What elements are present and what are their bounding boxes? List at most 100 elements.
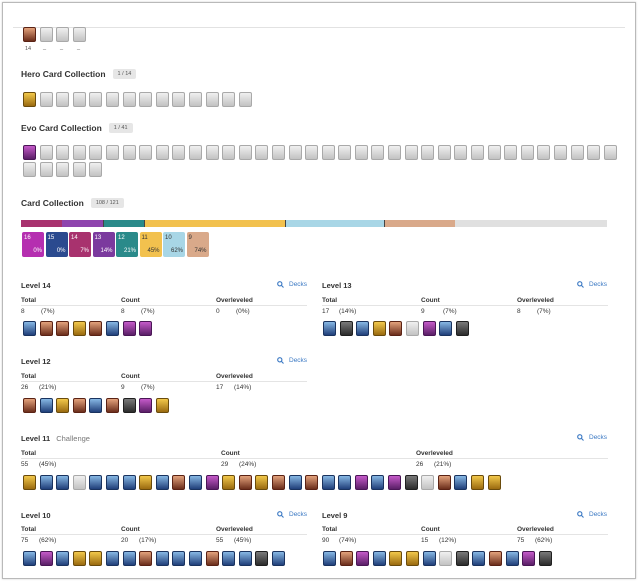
level-box[interactable]: 12 21% <box>116 232 138 257</box>
card-icon[interactable] <box>487 475 501 490</box>
level-box[interactable]: 14 7% <box>69 232 91 257</box>
card-icon[interactable] <box>39 551 53 566</box>
card-icon[interactable] <box>155 398 169 413</box>
card-icon[interactable] <box>323 321 336 336</box>
card-icon[interactable] <box>72 321 86 336</box>
card-icon[interactable] <box>39 398 53 413</box>
level-box[interactable]: 11 45% <box>139 232 162 257</box>
card-icon[interactable] <box>587 145 601 160</box>
card-icon[interactable] <box>205 145 219 160</box>
level-box[interactable]: 9 74% <box>186 232 209 257</box>
card-icon[interactable] <box>72 551 86 566</box>
card-icon[interactable] <box>421 145 435 160</box>
card-icon[interactable] <box>455 321 469 336</box>
card-icon[interactable] <box>404 145 418 160</box>
card-icon[interactable] <box>56 92 70 107</box>
card-icon[interactable] <box>271 475 285 490</box>
card-icon[interactable] <box>388 145 402 160</box>
card-icon[interactable] <box>155 92 169 107</box>
card-icon[interactable] <box>488 551 502 566</box>
card-icon[interactable] <box>122 145 136 160</box>
card-icon[interactable] <box>72 27 86 42</box>
card-icon[interactable] <box>471 475 485 490</box>
card-icon[interactable] <box>122 92 136 107</box>
card-icon[interactable] <box>155 145 169 160</box>
card-icon[interactable] <box>39 27 53 42</box>
card-icon[interactable] <box>339 551 353 566</box>
card-icon[interactable] <box>222 475 236 490</box>
card-icon[interactable] <box>222 92 236 107</box>
level-box[interactable]: 13 14% <box>92 232 115 257</box>
card-icon[interactable] <box>389 321 403 336</box>
card-icon[interactable] <box>105 475 119 490</box>
card-icon[interactable] <box>305 145 319 160</box>
card-icon[interactable] <box>188 92 202 107</box>
card-icon[interactable] <box>39 92 53 107</box>
decks-link[interactable]: Decks <box>577 511 607 518</box>
card-icon[interactable] <box>188 475 202 490</box>
card-icon[interactable] <box>23 92 36 107</box>
card-icon[interactable] <box>405 321 419 336</box>
card-icon[interactable] <box>56 398 70 413</box>
card-icon[interactable] <box>271 145 285 160</box>
card-icon[interactable] <box>471 145 485 160</box>
card-icon[interactable] <box>288 145 302 160</box>
level-box[interactable]: 16 0% <box>22 232 44 257</box>
card-icon[interactable] <box>205 475 219 490</box>
card-icon[interactable] <box>72 162 86 177</box>
card-icon[interactable] <box>354 145 368 160</box>
card-icon[interactable] <box>155 551 169 566</box>
card-icon[interactable] <box>305 475 319 490</box>
card-icon[interactable] <box>371 475 385 490</box>
card-icon[interactable] <box>89 321 103 336</box>
card-icon[interactable] <box>255 475 269 490</box>
card-icon[interactable] <box>520 145 534 160</box>
card-icon[interactable] <box>504 145 518 160</box>
card-icon[interactable] <box>105 321 119 336</box>
card-icon[interactable] <box>56 27 70 42</box>
card-icon[interactable] <box>105 551 119 566</box>
card-icon[interactable] <box>205 551 219 566</box>
decks-link[interactable]: Decks <box>277 281 307 288</box>
card-icon[interactable] <box>172 551 186 566</box>
card-icon[interactable] <box>72 475 86 490</box>
card-icon[interactable] <box>56 162 70 177</box>
card-icon[interactable] <box>72 398 86 413</box>
card-icon[interactable] <box>538 551 552 566</box>
card-icon[interactable] <box>205 92 219 107</box>
card-icon[interactable] <box>255 145 269 160</box>
card-icon[interactable] <box>89 145 103 160</box>
card-icon[interactable] <box>439 551 453 566</box>
card-icon[interactable] <box>505 551 519 566</box>
card-icon[interactable] <box>139 92 153 107</box>
card-icon[interactable] <box>255 551 269 566</box>
card-icon[interactable] <box>522 551 536 566</box>
card-icon[interactable] <box>570 145 584 160</box>
card-icon[interactable] <box>122 398 136 413</box>
card-icon[interactable] <box>139 551 153 566</box>
card-icon[interactable] <box>356 551 370 566</box>
card-icon[interactable] <box>172 475 186 490</box>
card-icon[interactable] <box>188 551 202 566</box>
card-icon[interactable] <box>454 475 468 490</box>
card-icon[interactable] <box>89 162 103 177</box>
card-icon[interactable] <box>487 145 501 160</box>
card-icon[interactable] <box>238 145 252 160</box>
card-icon[interactable] <box>89 551 103 566</box>
card-icon[interactable] <box>155 475 169 490</box>
card-icon[interactable] <box>89 475 103 490</box>
card-icon[interactable] <box>404 475 418 490</box>
card-icon[interactable] <box>105 398 119 413</box>
card-icon[interactable] <box>338 145 352 160</box>
card-icon[interactable] <box>472 551 486 566</box>
card-icon[interactable] <box>89 92 103 107</box>
card-icon[interactable] <box>372 321 386 336</box>
card-icon[interactable] <box>439 321 453 336</box>
card-icon[interactable] <box>338 475 352 490</box>
card-icon[interactable] <box>437 145 451 160</box>
card-icon[interactable] <box>321 475 335 490</box>
card-icon[interactable] <box>23 321 36 336</box>
card-icon[interactable] <box>371 145 385 160</box>
card-icon[interactable] <box>56 475 70 490</box>
card-icon[interactable] <box>139 475 153 490</box>
